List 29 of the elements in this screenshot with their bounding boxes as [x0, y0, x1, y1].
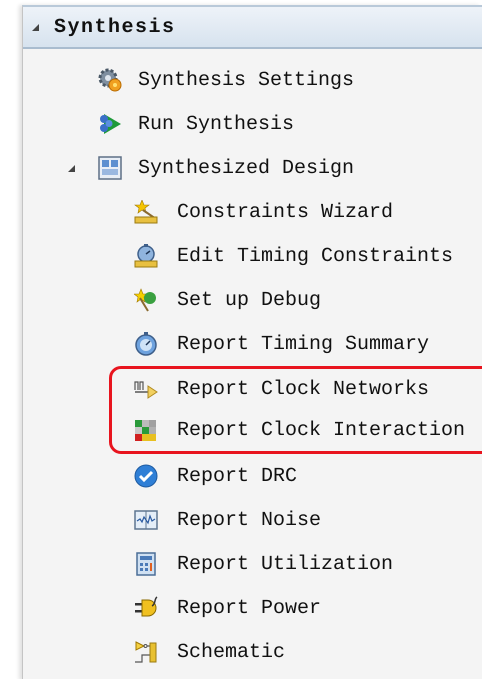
- expand-arrow-icon[interactable]: [31, 22, 40, 32]
- tree-item[interactable]: Edit Timing Constraints: [23, 234, 482, 278]
- section-header[interactable]: Synthesis: [23, 7, 482, 49]
- tree-item[interactable]: Schematic: [23, 630, 482, 674]
- waveform-icon: [134, 508, 158, 532]
- play-icon: [98, 112, 122, 136]
- tree-item[interactable]: Report Clock Interaction: [112, 410, 482, 451]
- circuit-icon: [134, 640, 158, 664]
- tree-item[interactable]: Report Clock Networks: [112, 369, 482, 410]
- tree-item[interactable]: Set up Debug: [23, 278, 482, 322]
- grid-icon: [134, 418, 158, 442]
- tree-item[interactable]: Report Utilization: [23, 542, 482, 586]
- tree-item[interactable]: Run Synthesis: [23, 102, 482, 146]
- tree-item[interactable]: Report Noise: [23, 498, 482, 542]
- calculator-icon: [134, 552, 158, 576]
- tree-item[interactable]: Synthesis Settings: [23, 58, 482, 102]
- tree-item[interactable]: Report DRC: [23, 454, 482, 498]
- gear-icon: [98, 68, 122, 92]
- tree-item[interactable]: Synthesized Design: [23, 146, 482, 190]
- check-icon: [134, 464, 158, 488]
- expand-arrow-icon[interactable]: [67, 164, 76, 172]
- wand-icon: [134, 200, 158, 224]
- tree-item[interactable]: Constraints Wizard: [23, 190, 482, 234]
- stopwatch-icon: [134, 332, 158, 356]
- stopwatch-icon: [134, 244, 158, 268]
- tree-item[interactable]: Report Timing Summary: [23, 322, 482, 366]
- wand-icon: [134, 288, 158, 312]
- window-icon: [98, 156, 122, 180]
- tree-item[interactable]: Report Power: [23, 586, 482, 630]
